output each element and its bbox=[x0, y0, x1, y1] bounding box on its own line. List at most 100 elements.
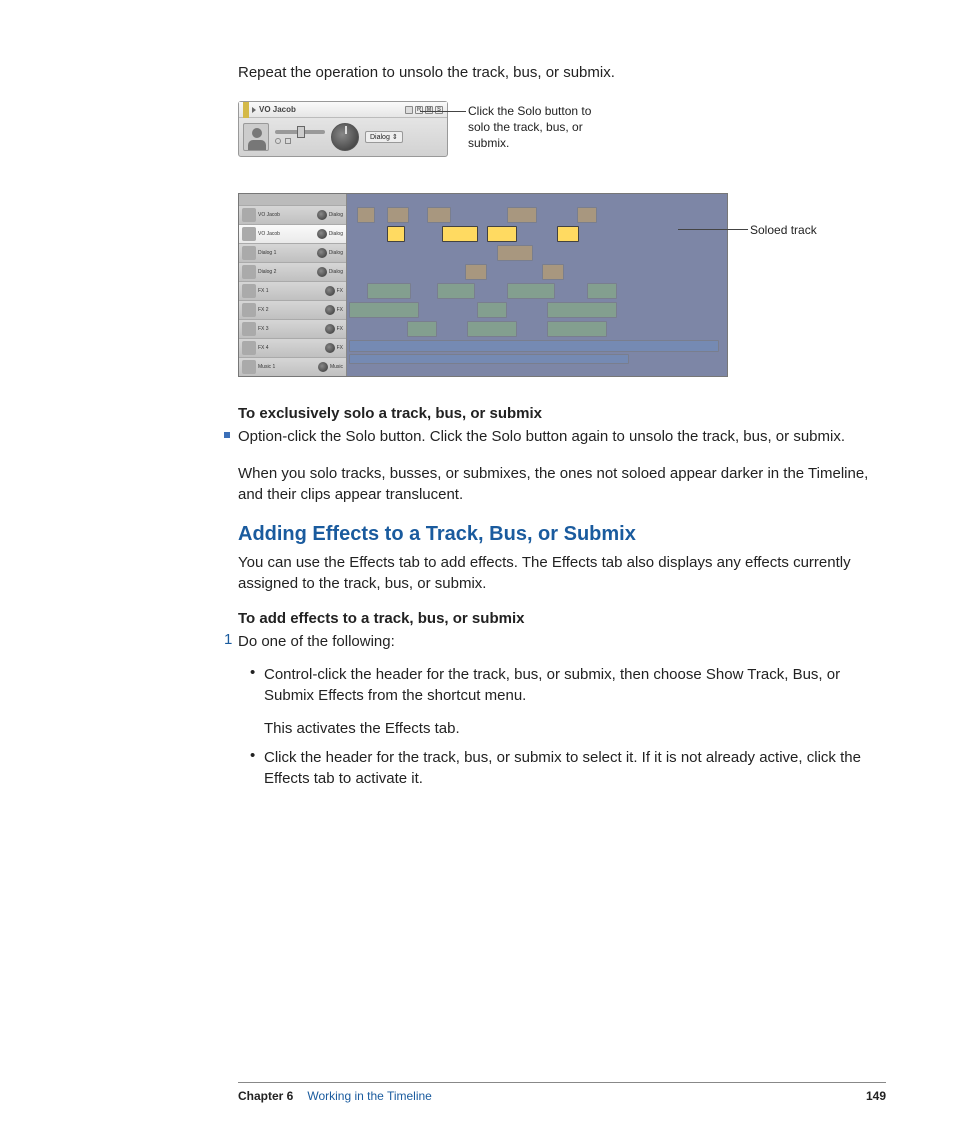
track-row: Dialog 1 Dialog bbox=[239, 244, 346, 263]
pan-knob-icon bbox=[317, 229, 327, 239]
pan-knob[interactable] bbox=[331, 123, 359, 151]
track-label: FX 3 bbox=[258, 326, 323, 332]
substep-text: Control-click the header for the track, … bbox=[264, 664, 870, 706]
pan-knob-icon bbox=[325, 324, 335, 334]
step-number: 1 bbox=[224, 631, 238, 656]
callout-text: Click the Solo button to solo the track,… bbox=[468, 103, 598, 152]
audio-clip bbox=[507, 283, 555, 299]
fx-indicator-icon bbox=[275, 138, 281, 144]
track-thumb-icon bbox=[242, 284, 256, 298]
record-button[interactable]: R bbox=[415, 106, 423, 114]
track-thumb-icon bbox=[242, 227, 256, 241]
track-row-soloed: VO Jacob Dialog bbox=[239, 225, 346, 244]
track-row: Music 1 Music bbox=[239, 358, 346, 377]
track-row: VO Jacob Dialog bbox=[239, 206, 346, 225]
timeline-clips-area bbox=[347, 194, 727, 376]
output-label: Dialog bbox=[370, 134, 390, 141]
output-label: FX bbox=[337, 345, 343, 351]
solo-button[interactable]: S bbox=[435, 106, 443, 114]
audio-clip bbox=[349, 354, 629, 364]
track-color-strip bbox=[243, 102, 249, 118]
figure-timeline: VO JacobDialog VO JacobDialog Dialog 1Di… bbox=[238, 193, 870, 383]
track-thumb-icon bbox=[242, 303, 256, 317]
audio-clip-soloed bbox=[487, 226, 517, 242]
audio-clip bbox=[427, 207, 451, 223]
intro-paragraph: Repeat the operation to unsolo the track… bbox=[238, 62, 870, 83]
volume-slider[interactable] bbox=[275, 130, 325, 134]
output-selector[interactable]: Dialog ⇕ bbox=[365, 131, 403, 143]
audio-clip bbox=[507, 207, 537, 223]
track-name-label: VO Jacob bbox=[259, 105, 405, 114]
track-thumb-icon bbox=[242, 360, 256, 374]
audio-clip bbox=[437, 283, 475, 299]
pan-knob-icon bbox=[325, 286, 335, 296]
section-subheading: To exclusively solo a track, bus, or sub… bbox=[238, 405, 870, 422]
timeline-track-panel: VO JacobDialog VO JacobDialog Dialog 1Di… bbox=[239, 194, 347, 376]
audio-clip bbox=[542, 264, 564, 280]
section-subheading: To add effects to a track, bus, or submi… bbox=[238, 610, 870, 627]
track-row: FX 4 FX bbox=[239, 339, 346, 358]
chapter-label: Chapter 6 bbox=[238, 1089, 293, 1103]
disclosure-triangle-icon bbox=[252, 107, 256, 113]
output-label: Dialog bbox=[329, 212, 343, 218]
page-number: 149 bbox=[866, 1089, 886, 1103]
audio-clip bbox=[387, 207, 409, 223]
track-thumb-icon bbox=[242, 341, 256, 355]
audio-clip bbox=[547, 321, 607, 337]
pan-knob-icon bbox=[317, 248, 327, 258]
track-label: Dialog 1 bbox=[258, 250, 315, 256]
track-thumb-icon bbox=[242, 265, 256, 279]
track-thumbnail-icon bbox=[243, 123, 269, 151]
audio-clip bbox=[465, 264, 487, 280]
track-label: VO Jacob bbox=[258, 231, 315, 237]
mute-button[interactable]: M bbox=[425, 106, 433, 114]
pan-knob-icon bbox=[318, 362, 328, 372]
output-label: Music bbox=[330, 364, 343, 370]
audio-clip bbox=[407, 321, 437, 337]
audio-clip bbox=[577, 207, 597, 223]
output-label: Dialog bbox=[329, 269, 343, 275]
output-label: Dialog bbox=[329, 231, 343, 237]
audio-clip bbox=[477, 302, 507, 318]
bullet-dot-icon: • bbox=[250, 664, 264, 710]
audio-clip bbox=[349, 340, 719, 352]
pan-knob-icon bbox=[317, 267, 327, 277]
route-indicator-icon bbox=[285, 138, 291, 144]
output-label: Dialog bbox=[329, 250, 343, 256]
bullet-dot-icon: • bbox=[250, 747, 264, 793]
audio-clip bbox=[357, 207, 375, 223]
track-label: FX 1 bbox=[258, 288, 323, 294]
track-label: VO Jacob bbox=[258, 212, 315, 218]
audio-clip-soloed bbox=[387, 226, 405, 242]
audio-clip bbox=[547, 302, 617, 318]
output-label: FX bbox=[337, 307, 343, 313]
callout-text: Soloed track bbox=[750, 223, 840, 237]
bullet-text: Option-click the Solo button. Click the … bbox=[238, 426, 845, 447]
timeline-ruler bbox=[239, 194, 346, 206]
section-heading: Adding Effects to a Track, Bus, or Submi… bbox=[238, 523, 870, 546]
output-label: FX bbox=[337, 326, 343, 332]
audio-clip-soloed bbox=[557, 226, 579, 242]
track-row: FX 3 FX bbox=[239, 320, 346, 339]
pan-knob-icon bbox=[325, 305, 335, 315]
audio-clip bbox=[349, 302, 419, 318]
audio-clip bbox=[497, 245, 533, 261]
track-thumb-icon bbox=[242, 208, 256, 222]
track-header-widget: VO Jacob R M S bbox=[238, 101, 448, 157]
pan-knob-icon bbox=[317, 210, 327, 220]
page-footer: Chapter 6 Working in the Timeline 149 bbox=[238, 1082, 886, 1103]
track-row: FX 1FX bbox=[239, 282, 346, 301]
bullet-icon bbox=[224, 432, 230, 438]
timeline-widget: VO JacobDialog VO JacobDialog Dialog 1Di… bbox=[238, 193, 728, 377]
substep-note: This activates the Effects tab. bbox=[264, 718, 870, 739]
track-thumb-icon bbox=[242, 246, 256, 260]
substep-text: Click the header for the track, bus, or … bbox=[264, 747, 870, 789]
dropdown-arrows-icon: ⇕ bbox=[392, 133, 398, 141]
body-paragraph: When you solo tracks, busses, or submixe… bbox=[238, 463, 870, 505]
callout-leader-line bbox=[678, 229, 748, 230]
track-label: Music 1 bbox=[258, 364, 316, 370]
figure-track-header: VO Jacob R M S bbox=[238, 101, 870, 171]
track-label: FX 4 bbox=[258, 345, 323, 351]
track-row: Dialog 2Dialog bbox=[239, 263, 346, 282]
audio-clip bbox=[467, 321, 517, 337]
